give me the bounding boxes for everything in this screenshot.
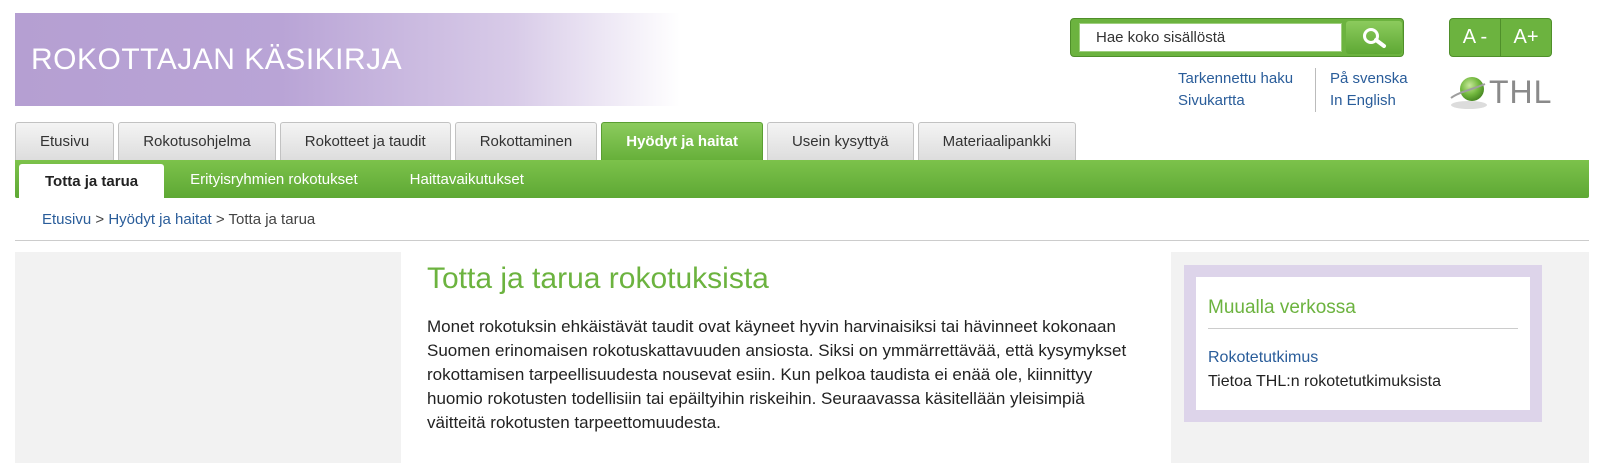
external-links-title: Muualla verkossa xyxy=(1208,297,1356,318)
breadcrumb: Etusivu > Hyödyt ja haitat > Totta ja ta… xyxy=(42,211,315,228)
subnav-haittavaikutukset[interactable]: Haittavaikutukset xyxy=(384,160,550,198)
search-box xyxy=(1070,18,1404,57)
advanced-search-link[interactable]: Tarkennettu haku xyxy=(1178,68,1293,90)
rokotetutkimus-description: Tietoa THL:n rokotetutkimuksista xyxy=(1208,373,1441,390)
tab-rokotusohjelma[interactable]: Rokotusohjelma xyxy=(118,122,276,160)
subnav-totta-ja-tarua[interactable]: Totta ja tarua xyxy=(19,164,165,198)
breadcrumb-current: Totta ja tarua xyxy=(228,211,316,228)
top-links-divider xyxy=(1315,68,1316,112)
main-content: Totta ja tarua rokotuksista Monet rokotu… xyxy=(427,262,1147,435)
header-banner: ROKOTTAJAN KÄSIKIRJA xyxy=(15,13,680,106)
sitemap-link[interactable]: Sivukartta xyxy=(1178,90,1293,112)
external-links-divider xyxy=(1208,328,1518,329)
breadcrumb-separator: > xyxy=(215,211,229,228)
logo-text: THL xyxy=(1489,74,1553,110)
sub-navigation: Totta ja tarua Erityisryhmien rokotukset… xyxy=(15,160,1589,198)
increase-font-button[interactable]: A+ xyxy=(1500,19,1551,56)
subnav-erityisryhmien-rokotukset[interactable]: Erityisryhmien rokotukset xyxy=(164,160,384,198)
main-navigation: Etusivu Rokotusohjelma Rokotteet ja taud… xyxy=(15,122,1080,160)
tab-rokotteet-ja-taudit[interactable]: Rokotteet ja taudit xyxy=(279,122,451,160)
external-links-box: Muualla verkossa Rokotetutkimus Tietoa T… xyxy=(1184,265,1542,422)
intro-paragraph: Monet rokotuksin ehkäistävät taudit ovat… xyxy=(427,317,1127,432)
english-link[interactable]: In English xyxy=(1330,90,1408,112)
search-button[interactable] xyxy=(1346,21,1402,54)
globe-icon xyxy=(1450,77,1487,109)
decrease-font-button[interactable]: A - xyxy=(1450,19,1500,56)
search-icon xyxy=(1363,28,1386,48)
thl-logo[interactable]: THL xyxy=(1447,72,1567,112)
search-input[interactable] xyxy=(1079,23,1342,52)
tab-materiaalipankki[interactable]: Materiaalipankki xyxy=(917,122,1077,160)
font-size-controls: A - A+ xyxy=(1449,18,1552,57)
page-title: Totta ja tarua rokotuksista xyxy=(427,262,769,295)
swedish-link[interactable]: På svenska xyxy=(1330,68,1408,90)
breadcrumb-section-link[interactable]: Hyödyt ja haitat xyxy=(108,211,211,228)
tab-hyodyt-ja-haitat[interactable]: Hyödyt ja haitat xyxy=(601,122,763,160)
top-links-group-1: Tarkennettu haku Sivukartta xyxy=(1178,68,1293,112)
breadcrumb-separator: > xyxy=(95,211,109,228)
tab-etusivu[interactable]: Etusivu xyxy=(15,122,115,160)
tab-rokottaminen[interactable]: Rokottaminen xyxy=(454,122,598,160)
left-column xyxy=(15,252,401,463)
tab-usein-kysyttya[interactable]: Usein kysyttyä xyxy=(766,122,914,160)
rokotetutkimus-link[interactable]: Rokotetutkimus xyxy=(1208,349,1318,367)
breadcrumb-home-link[interactable]: Etusivu xyxy=(42,211,91,228)
header-divider xyxy=(15,240,1589,241)
site-title[interactable]: ROKOTTAJAN KÄSIKIRJA xyxy=(31,43,402,77)
top-links-group-2: På svenska In English xyxy=(1330,68,1408,112)
